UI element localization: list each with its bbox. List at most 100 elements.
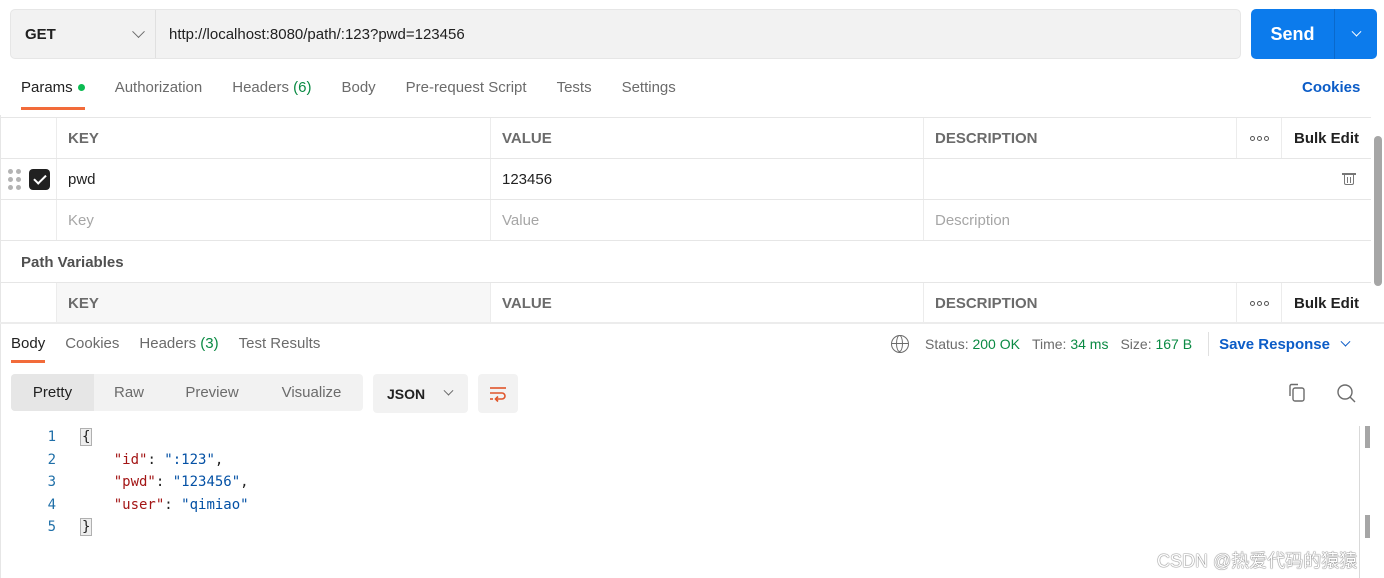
- separator: [1208, 332, 1210, 356]
- tab-label: Headers: [139, 335, 197, 352]
- method-select[interactable]: GET: [11, 10, 156, 58]
- tab-params[interactable]: Params: [21, 76, 85, 110]
- wrap-lines-icon: [490, 386, 506, 402]
- status-info[interactable]: Status: 200 OK: [925, 336, 1020, 352]
- json-key: "id": [113, 451, 148, 468]
- chevron-down-icon: [1351, 26, 1361, 37]
- json-comma: ,: [240, 474, 249, 491]
- line-number: 5: [47, 519, 56, 536]
- response-status-bar: Status: 200 OK Time: 34 ms Size: 167 B S…: [891, 332, 1351, 356]
- json-value: ":123": [164, 451, 215, 468]
- close-brace: }: [80, 518, 93, 537]
- tab-response-headers[interactable]: Headers (3): [139, 333, 218, 363]
- more-options-icon: [1249, 300, 1269, 306]
- code-scrollbar-marker[interactable]: [1365, 426, 1370, 448]
- tab-label: Headers: [232, 79, 289, 96]
- trash-icon[interactable]: [1342, 172, 1356, 186]
- param-description-field[interactable]: [924, 159, 1371, 199]
- size-value: 167 B: [1155, 336, 1193, 352]
- search-button[interactable]: [1335, 382, 1357, 404]
- tab-label: Body: [341, 79, 376, 96]
- tab-body[interactable]: Body: [341, 76, 375, 110]
- pane-divider[interactable]: [0, 322, 1384, 324]
- description-header: DESCRIPTION: [924, 118, 1237, 158]
- code-line: 2 "id": ":123",: [0, 449, 224, 472]
- new-value-input[interactable]: Value: [491, 200, 924, 240]
- param-enabled-checkbox[interactable]: [29, 168, 50, 190]
- tab-response-body[interactable]: Body: [11, 333, 46, 363]
- url-input[interactable]: [156, 10, 1240, 58]
- url-bar: GET: [10, 9, 1241, 59]
- tab-label: Tests: [556, 79, 592, 96]
- response-body-viewer[interactable]: 1 { 2 "id": ":123", 3 "pwd": "123456", 4…: [0, 426, 249, 539]
- tab-settings[interactable]: Settings: [622, 76, 676, 110]
- path-variables-title: Path Variables: [21, 254, 124, 271]
- json-comma: ,: [214, 451, 224, 468]
- params-header-row: KEY VALUE DESCRIPTION Bulk Edit: [0, 118, 1371, 159]
- line-number: 3: [47, 474, 56, 491]
- size-info[interactable]: Size: 167 B: [1120, 336, 1192, 352]
- more-options-button[interactable]: [1237, 118, 1282, 158]
- new-key-input[interactable]: Key: [57, 200, 491, 240]
- tab-response-cookies[interactable]: Cookies: [65, 333, 119, 363]
- json-value: "123456": [172, 474, 241, 491]
- method-label: GET: [25, 25, 56, 43]
- value-header: VALUE: [491, 283, 924, 323]
- response-tabs: Body Cookies Headers (3) Test Results: [11, 333, 340, 363]
- tab-pre-request-script[interactable]: Pre-request Script: [406, 76, 527, 110]
- chevron-down-icon: [132, 24, 145, 38]
- copy-icon: [1289, 383, 1305, 402]
- tab-authorization[interactable]: Authorization: [115, 76, 203, 110]
- param-key-field[interactable]: pwd: [57, 159, 491, 199]
- new-description-input[interactable]: Description: [924, 200, 1371, 240]
- params-table: KEY VALUE DESCRIPTION Bulk Edit pwd 1234…: [0, 117, 1371, 241]
- status-label: Status:: [925, 336, 969, 352]
- send-button-group: Send: [1251, 9, 1377, 59]
- wrap-lines-button[interactable]: [478, 374, 518, 413]
- key-header: KEY: [57, 283, 491, 323]
- code-line: 5 }: [0, 516, 93, 539]
- status-value: 200 OK: [972, 336, 1020, 352]
- tab-headers[interactable]: Headers (6): [232, 76, 311, 110]
- code-scrollbar-marker[interactable]: [1365, 515, 1370, 538]
- time-info[interactable]: Time: 34 ms: [1032, 336, 1109, 352]
- size-label: Size:: [1120, 336, 1152, 352]
- view-preview-button[interactable]: Preview: [164, 374, 260, 411]
- code-scroll-track: [1359, 426, 1360, 578]
- copy-button[interactable]: [1285, 382, 1307, 404]
- request-tabs: Params Authorization Headers (6) Body Pr…: [21, 76, 706, 110]
- save-response-button[interactable]: Save Response: [1219, 335, 1351, 353]
- key-header: KEY: [57, 118, 491, 158]
- format-select[interactable]: JSON: [373, 374, 468, 413]
- send-button[interactable]: Send: [1251, 9, 1335, 59]
- watermark: CSDN @热爱代码的猿猿: [1157, 551, 1358, 571]
- description-header: DESCRIPTION: [924, 283, 1237, 323]
- param-value-field[interactable]: 123456: [491, 159, 924, 199]
- chevron-down-icon: [1340, 336, 1351, 347]
- table-row: pwd 123456: [0, 159, 1371, 200]
- code-line: 1 {: [0, 426, 93, 449]
- code-line: 4 "user": "qimiao": [0, 494, 249, 517]
- save-response-label: Save Response: [1219, 335, 1330, 353]
- view-pretty-button[interactable]: Pretty: [11, 374, 94, 411]
- cookies-link[interactable]: Cookies: [1302, 79, 1360, 96]
- more-options-button[interactable]: [1237, 283, 1282, 323]
- drag-handle-icon[interactable]: [8, 168, 21, 190]
- tab-test-results[interactable]: Test Results: [239, 333, 321, 363]
- tab-tests[interactable]: Tests: [557, 76, 592, 110]
- chevron-down-icon: [443, 385, 454, 396]
- view-mode-group: Pretty Raw Preview Visualize: [11, 374, 363, 411]
- globe-icon[interactable]: [891, 335, 909, 353]
- path-variables-table: KEY VALUE DESCRIPTION Bulk Edit: [0, 282, 1371, 324]
- request-scrollbar[interactable]: [1374, 136, 1382, 286]
- tab-label: Authorization: [114, 79, 203, 96]
- search-icon: [1337, 384, 1356, 403]
- send-options-button[interactable]: [1335, 9, 1377, 59]
- json-key: "pwd": [113, 474, 156, 491]
- view-visualize-button[interactable]: Visualize: [260, 374, 363, 411]
- tab-label: Params: [21, 79, 73, 96]
- bulk-edit-button[interactable]: Bulk Edit: [1282, 118, 1371, 158]
- bulk-edit-button[interactable]: Bulk Edit: [1282, 283, 1371, 323]
- value-header: VALUE: [491, 118, 924, 158]
- view-raw-button[interactable]: Raw: [94, 374, 164, 411]
